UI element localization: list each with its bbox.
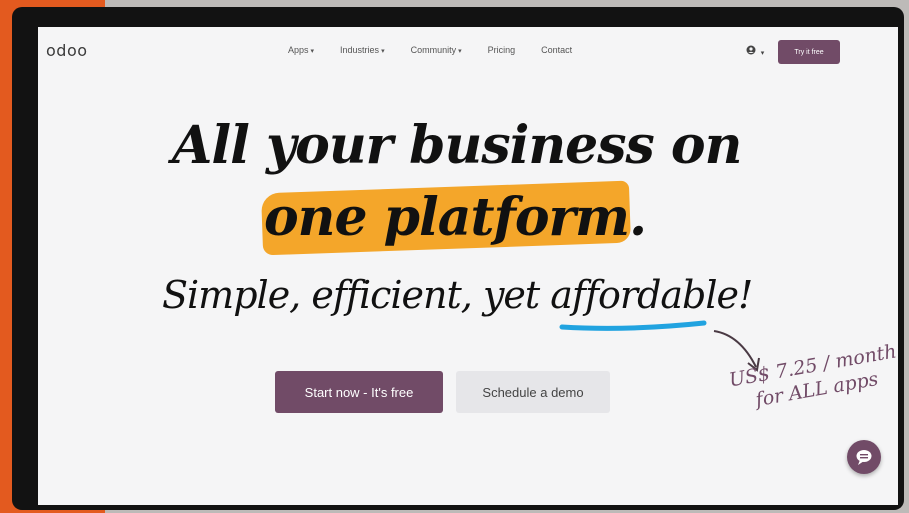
- chat-bubble-icon: [856, 450, 872, 465]
- chevron-down-icon: ▾: [310, 48, 315, 55]
- try-it-free-button[interactable]: Try it free: [778, 40, 840, 64]
- hero-headline-line1: All your business on: [172, 115, 742, 176]
- menu-item-apps[interactable]: Apps ▾: [288, 45, 314, 55]
- hero-headline-line2: one platform.: [264, 187, 647, 248]
- browser-screen: odoo Apps ▾ Industries ▾ Community ▾ Pricin…: [38, 27, 898, 505]
- start-now-button[interactable]: Start now - It's free: [275, 371, 443, 413]
- user-menu[interactable]: ▾: [746, 45, 764, 58]
- monitor-frame: odoo Apps ▾ Industries ▾ Community ▾ Pricin…: [12, 7, 904, 510]
- hero-subheadline: Simple, efficient, yet affordable!: [162, 273, 753, 317]
- odoo-logo[interactable]: odoo: [46, 41, 88, 60]
- main-menu: Apps ▾ Industries ▾ Community ▾ Pricing Con…: [288, 45, 598, 55]
- menu-item-industries[interactable]: Industries ▾: [340, 45, 385, 55]
- menu-item-community[interactable]: Community ▾: [411, 45, 462, 55]
- top-navigation: odoo Apps ▾ Industries ▾ Community ▾ Pricin…: [38, 27, 898, 77]
- schedule-demo-button[interactable]: Schedule a demo: [456, 371, 610, 413]
- chevron-down-icon: ▾: [458, 48, 462, 55]
- menu-item-contact[interactable]: Contact: [541, 45, 572, 55]
- chevron-down-icon: ▾: [760, 50, 765, 57]
- affordable-underline: [559, 320, 707, 331]
- chevron-down-icon: ▾: [381, 48, 385, 55]
- chat-button[interactable]: [847, 440, 881, 474]
- menu-item-pricing[interactable]: Pricing: [488, 45, 516, 55]
- user-circle-icon: [746, 45, 756, 55]
